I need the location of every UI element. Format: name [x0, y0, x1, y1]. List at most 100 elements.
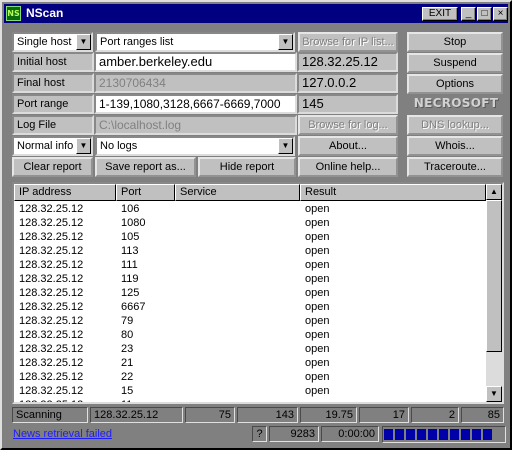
vertical-scrollbar[interactable]: ▲ ▼: [486, 184, 502, 402]
table-row[interactable]: 128.32.25.12 1080 open: [14, 216, 486, 230]
table-row[interactable]: 128.32.25.12 113 open: [14, 244, 486, 258]
initial-host-label: Initial host: [12, 52, 94, 72]
title-bar[interactable]: NS NScan EXIT _ □ ×: [4, 4, 508, 23]
app-icon[interactable]: NS: [6, 6, 21, 21]
maximize-icon[interactable]: □: [477, 7, 492, 21]
cell-port: 119: [121, 273, 139, 285]
traceroute-button[interactable]: Traceroute...: [407, 157, 503, 177]
list-header: IP address Port Service Result: [14, 184, 486, 201]
table-row[interactable]: 128.32.25.12 23 open: [14, 342, 486, 356]
progress-block: [483, 429, 492, 440]
chevron-down-icon[interactable]: ▼: [76, 34, 91, 50]
table-row[interactable]: 128.32.25.12 79 open: [14, 314, 486, 328]
save-report-button[interactable]: Save report as...: [95, 157, 196, 177]
cell-result: open: [305, 357, 330, 369]
table-row[interactable]: 128.32.25.12 105 open: [14, 230, 486, 244]
column-port[interactable]: Port: [116, 184, 175, 201]
host-mode-value: Single host: [17, 36, 72, 48]
status-elapsed: 0:00:00: [321, 426, 379, 442]
cell-ip: 128.32.25.12: [19, 203, 84, 215]
news-link[interactable]: News retrieval failed: [13, 428, 112, 440]
status-value-4: 17: [359, 407, 409, 423]
window-title: NScan: [26, 6, 64, 20]
column-result[interactable]: Result: [300, 184, 486, 201]
suspend-button[interactable]: Suspend: [407, 53, 503, 73]
cell-ip: 128.32.25.12: [19, 231, 84, 243]
browse-ip-list-button[interactable]: Browse for IP list...: [298, 32, 398, 52]
status-value-1: 75: [185, 407, 235, 423]
table-row[interactable]: 128.32.25.12 15 open: [14, 384, 486, 398]
table-row[interactable]: 128.32.25.12 21 open: [14, 356, 486, 370]
table-row[interactable]: 128.32.25.12 119 open: [14, 272, 486, 286]
status-current-ip: 128.32.25.12: [90, 407, 183, 423]
cell-result: open: [305, 315, 330, 327]
chevron-down-icon[interactable]: ▼: [76, 138, 91, 154]
results-list[interactable]: IP address Port Service Result 128.32.25…: [12, 182, 504, 404]
table-row[interactable]: 128.32.25.12 22 open: [14, 370, 486, 384]
cell-port: 21: [121, 357, 134, 369]
progress-block: [472, 429, 481, 440]
cell-port: 80: [121, 329, 134, 341]
scroll-down-icon[interactable]: ▼: [486, 386, 502, 402]
progress-block: [450, 429, 459, 440]
scroll-up-icon[interactable]: ▲: [486, 184, 502, 200]
log-file-input[interactable]: C:\localhost.log: [94, 115, 297, 135]
info-mode-select[interactable]: Normal info ▼: [12, 136, 93, 156]
table-row[interactable]: 128.32.25.12 125 open: [14, 286, 486, 300]
clear-report-button[interactable]: Clear report: [12, 157, 93, 177]
dns-lookup-button[interactable]: DNS lookup...: [407, 115, 503, 135]
cell-port: 125: [121, 287, 140, 299]
minimize-icon[interactable]: _: [461, 7, 476, 21]
help-icon[interactable]: ?: [252, 426, 267, 442]
cell-ip: 128.32.25.12: [19, 357, 84, 369]
cell-port: 22: [121, 371, 134, 383]
status-state: Scanning: [12, 407, 88, 423]
about-button[interactable]: About...: [298, 136, 398, 156]
cell-ip: 128.32.25.12: [19, 217, 84, 229]
cell-ip: 128.32.25.12: [19, 329, 84, 341]
port-count: 145: [297, 94, 398, 114]
result-rows: 128.32.25.12 106 open 128.32.25.12 1080 open 1…: [14, 202, 486, 402]
necrosoft-logo: NECROSOFT: [413, 96, 499, 110]
table-row[interactable]: 128.32.25.12 111 open: [14, 258, 486, 272]
log-mode-select[interactable]: No logs ▼: [95, 136, 295, 156]
log-mode-value: No logs: [100, 140, 138, 152]
progress-block: [439, 429, 448, 440]
status-value-2: 143: [237, 407, 298, 423]
cell-result: open: [305, 273, 330, 285]
port-source-select[interactable]: Port ranges list ▼: [95, 32, 295, 52]
scan-progress-bar: [382, 426, 506, 443]
status-value-5: 2: [411, 407, 459, 423]
exit-button[interactable]: EXIT: [422, 7, 458, 21]
table-row[interactable]: 128.32.25.12 11: [14, 398, 486, 402]
close-icon[interactable]: ×: [493, 7, 508, 21]
column-ip-address[interactable]: IP address: [14, 184, 116, 201]
browse-log-button[interactable]: Browse for log...: [298, 115, 398, 135]
initial-host-input[interactable]: amber.berkeley.edu: [94, 52, 297, 72]
status-value-3: 19.75: [300, 407, 357, 423]
table-row[interactable]: 128.32.25.12 106 open: [14, 202, 486, 216]
chevron-down-icon[interactable]: ▼: [278, 138, 293, 154]
cell-ip: 128.32.25.12: [19, 245, 84, 257]
chevron-down-icon[interactable]: ▼: [278, 34, 293, 50]
cell-port: 106: [121, 203, 140, 215]
whois-button[interactable]: Whois...: [407, 136, 503, 156]
cell-result: open: [305, 301, 330, 313]
final-host-input[interactable]: 2130706434: [94, 73, 297, 93]
host-mode-select[interactable]: Single host ▼: [12, 32, 93, 52]
port-source-value: Port ranges list: [100, 36, 174, 48]
stop-button[interactable]: Stop: [407, 32, 503, 52]
cell-ip: 128.32.25.12: [19, 287, 84, 299]
cell-ip: 128.32.25.12: [19, 301, 84, 313]
port-range-input[interactable]: 1-139,1080,3128,6667-6669,7000: [94, 94, 297, 114]
table-row[interactable]: 128.32.25.12 6667 open: [14, 300, 486, 314]
column-service[interactable]: Service: [175, 184, 300, 201]
table-row[interactable]: 128.32.25.12 80 open: [14, 328, 486, 342]
log-file-label: Log File: [12, 115, 94, 135]
scroll-thumb[interactable]: [486, 200, 502, 352]
final-host-ip: 127.0.0.2: [297, 73, 398, 93]
online-help-button[interactable]: Online help...: [298, 157, 398, 177]
hide-report-button[interactable]: Hide report: [198, 157, 296, 177]
nscan-window: NS NScan EXIT _ □ × Single host ▼ Port r…: [0, 0, 512, 450]
options-button[interactable]: Options: [407, 74, 503, 94]
